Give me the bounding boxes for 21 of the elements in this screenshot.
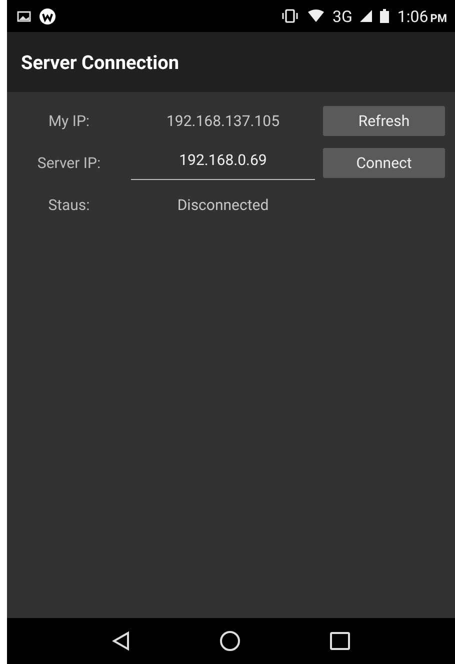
field-value: 192.168.137.105: [165, 112, 281, 130]
wifi-icon: [306, 9, 325, 23]
field-label: Server IP:: [36, 154, 102, 172]
back-icon[interactable]: [112, 631, 130, 651]
recents-icon[interactable]: [330, 632, 350, 650]
signal-icon: [360, 10, 372, 22]
clock-period: PM: [430, 12, 447, 24]
app-logo-icon: [39, 8, 56, 24]
picture-icon: [17, 10, 31, 22]
action-button[interactable]: Refresh: [323, 106, 445, 136]
battery-icon: [380, 9, 390, 23]
action-button[interactable]: Connect: [323, 148, 445, 178]
home-icon[interactable]: [218, 630, 241, 652]
field-value: Disconnected: [176, 196, 270, 214]
server-ip-field[interactable]: 192.168.0.69: [131, 146, 315, 180]
field-label: My IP:: [47, 112, 91, 130]
clock-time: 1:06: [397, 6, 428, 26]
field-label: Staus:: [47, 196, 91, 214]
vibrate-icon: [280, 9, 299, 23]
network-type: 3G: [332, 6, 352, 26]
screen-title: Server Connection: [21, 50, 179, 74]
